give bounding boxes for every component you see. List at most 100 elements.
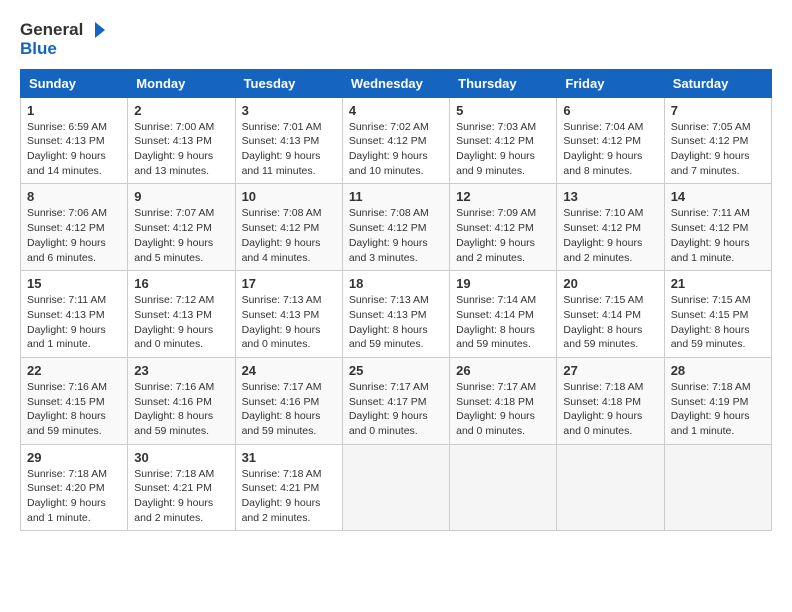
day-info: Sunrise: 7:00 AM Sunset: 4:13 PM Dayligh… [134,120,228,179]
calendar-week-row: 22 Sunrise: 7:16 AM Sunset: 4:15 PM Dayli… [21,357,772,444]
day-info: Sunrise: 7:18 AM Sunset: 4:19 PM Dayligh… [671,380,765,439]
day-number: 12 [456,189,550,204]
day-number: 28 [671,363,765,378]
calendar-cell: 15 Sunrise: 7:11 AM Sunset: 4:13 PM Dayli… [21,271,128,358]
day-info: Sunrise: 7:17 AM Sunset: 4:18 PM Dayligh… [456,380,550,439]
page-header: General Blue [20,20,772,59]
calendar-cell: 10 Sunrise: 7:08 AM Sunset: 4:12 PM Dayli… [235,184,342,271]
logo: General Blue [20,20,105,59]
weekday-header-friday: Friday [557,69,664,97]
calendar-cell: 1 Sunrise: 6:59 AM Sunset: 4:13 PM Daylig… [21,97,128,184]
calendar-cell: 25 Sunrise: 7:17 AM Sunset: 4:17 PM Dayli… [342,357,449,444]
day-info: Sunrise: 7:15 AM Sunset: 4:14 PM Dayligh… [563,293,657,352]
calendar-cell: 4 Sunrise: 7:02 AM Sunset: 4:12 PM Daylig… [342,97,449,184]
day-info: Sunrise: 7:07 AM Sunset: 4:12 PM Dayligh… [134,206,228,265]
calendar-cell [342,444,449,531]
logo-general-text: General [20,21,83,40]
day-info: Sunrise: 7:16 AM Sunset: 4:16 PM Dayligh… [134,380,228,439]
day-info: Sunrise: 7:08 AM Sunset: 4:12 PM Dayligh… [349,206,443,265]
calendar-cell: 11 Sunrise: 7:08 AM Sunset: 4:12 PM Dayli… [342,184,449,271]
day-number: 29 [27,450,121,465]
day-number: 17 [242,276,336,291]
calendar-cell: 21Sunrise: 7:15 AM Sunset: 4:15 PM Dayli… [664,271,771,358]
day-info: Sunrise: 6:59 AM Sunset: 4:13 PM Dayligh… [27,120,121,179]
logo-arrow-icon [85,20,105,40]
day-number: 4 [349,103,443,118]
weekday-header-saturday: Saturday [664,69,771,97]
day-info: Sunrise: 7:18 AM Sunset: 4:21 PM Dayligh… [134,467,228,526]
day-info: Sunrise: 7:18 AM Sunset: 4:21 PM Dayligh… [242,467,336,526]
day-number: 13 [563,189,657,204]
calendar-week-row: 29Sunrise: 7:18 AM Sunset: 4:20 PM Dayli… [21,444,772,531]
day-number: 20 [563,276,657,291]
day-number: 26 [456,363,550,378]
calendar-cell: 22 Sunrise: 7:16 AM Sunset: 4:15 PM Dayli… [21,357,128,444]
weekday-header-monday: Monday [128,69,235,97]
day-info: Sunrise: 7:12 AM Sunset: 4:13 PM Dayligh… [134,293,228,352]
day-number: 9 [134,189,228,204]
day-number: 15 [27,276,121,291]
day-number: 18 [349,276,443,291]
day-info: Sunrise: 7:13 AM Sunset: 4:13 PM Dayligh… [242,293,336,352]
calendar-cell: 9 Sunrise: 7:07 AM Sunset: 4:12 PM Daylig… [128,184,235,271]
calendar-cell: 2 Sunrise: 7:00 AM Sunset: 4:13 PM Daylig… [128,97,235,184]
calendar-cell: 28 Sunrise: 7:18 AM Sunset: 4:19 PM Dayli… [664,357,771,444]
calendar-table: SundayMondayTuesdayWednesdayThursdayFrid… [20,69,772,532]
calendar-cell: 13 Sunrise: 7:10 AM Sunset: 4:12 PM Dayli… [557,184,664,271]
day-info: Sunrise: 7:02 AM Sunset: 4:12 PM Dayligh… [349,120,443,179]
calendar-cell: 29Sunrise: 7:18 AM Sunset: 4:20 PM Dayli… [21,444,128,531]
day-info: Sunrise: 7:01 AM Sunset: 4:13 PM Dayligh… [242,120,336,179]
day-number: 16 [134,276,228,291]
day-number: 8 [27,189,121,204]
day-info: Sunrise: 7:15 AM Sunset: 4:15 PM Dayligh… [671,293,765,352]
day-number: 3 [242,103,336,118]
day-info: Sunrise: 7:06 AM Sunset: 4:12 PM Dayligh… [27,206,121,265]
calendar-cell [450,444,557,531]
day-info: Sunrise: 7:11 AM Sunset: 4:13 PM Dayligh… [27,293,121,352]
weekday-header-thursday: Thursday [450,69,557,97]
day-info: Sunrise: 7:17 AM Sunset: 4:16 PM Dayligh… [242,380,336,439]
calendar-cell: 31 Sunrise: 7:18 AM Sunset: 4:21 PM Dayli… [235,444,342,531]
day-info: Sunrise: 7:16 AM Sunset: 4:15 PM Dayligh… [27,380,121,439]
calendar-cell: 12 Sunrise: 7:09 AM Sunset: 4:12 PM Dayli… [450,184,557,271]
calendar-week-row: 15 Sunrise: 7:11 AM Sunset: 4:13 PM Dayli… [21,271,772,358]
day-info: Sunrise: 7:08 AM Sunset: 4:12 PM Dayligh… [242,206,336,265]
day-info: Sunrise: 7:10 AM Sunset: 4:12 PM Dayligh… [563,206,657,265]
day-info: Sunrise: 7:03 AM Sunset: 4:12 PM Dayligh… [456,120,550,179]
day-number: 10 [242,189,336,204]
weekday-header-wednesday: Wednesday [342,69,449,97]
day-number: 24 [242,363,336,378]
calendar-cell: 19Sunrise: 7:14 AM Sunset: 4:14 PM Dayli… [450,271,557,358]
day-info: Sunrise: 7:17 AM Sunset: 4:17 PM Dayligh… [349,380,443,439]
day-info: Sunrise: 7:05 AM Sunset: 4:12 PM Dayligh… [671,120,765,179]
day-number: 11 [349,189,443,204]
day-number: 23 [134,363,228,378]
calendar-cell: 18 Sunrise: 7:13 AM Sunset: 4:13 PM Dayli… [342,271,449,358]
day-info: Sunrise: 7:09 AM Sunset: 4:12 PM Dayligh… [456,206,550,265]
calendar-cell: 24 Sunrise: 7:17 AM Sunset: 4:16 PM Dayli… [235,357,342,444]
day-number: 6 [563,103,657,118]
day-number: 22 [27,363,121,378]
calendar-cell: 5 Sunrise: 7:03 AM Sunset: 4:12 PM Daylig… [450,97,557,184]
calendar-cell: 20 Sunrise: 7:15 AM Sunset: 4:14 PM Dayli… [557,271,664,358]
day-number: 1 [27,103,121,118]
calendar-cell: 27Sunrise: 7:18 AM Sunset: 4:18 PM Dayli… [557,357,664,444]
calendar-cell [664,444,771,531]
day-number: 27 [563,363,657,378]
logo-blue-text: Blue [20,40,105,59]
day-number: 31 [242,450,336,465]
calendar-week-row: 1 Sunrise: 6:59 AM Sunset: 4:13 PM Daylig… [21,97,772,184]
calendar-cell: 8 Sunrise: 7:06 AM Sunset: 4:12 PM Daylig… [21,184,128,271]
calendar-cell: 30 Sunrise: 7:18 AM Sunset: 4:21 PM Dayli… [128,444,235,531]
day-number: 30 [134,450,228,465]
calendar-cell: 14Sunrise: 7:11 AM Sunset: 4:12 PM Dayli… [664,184,771,271]
day-number: 2 [134,103,228,118]
day-info: Sunrise: 7:04 AM Sunset: 4:12 PM Dayligh… [563,120,657,179]
day-number: 5 [456,103,550,118]
day-info: Sunrise: 7:13 AM Sunset: 4:13 PM Dayligh… [349,293,443,352]
calendar-cell: 6 Sunrise: 7:04 AM Sunset: 4:12 PM Daylig… [557,97,664,184]
day-number: 14 [671,189,765,204]
day-number: 7 [671,103,765,118]
day-number: 19 [456,276,550,291]
day-number: 25 [349,363,443,378]
